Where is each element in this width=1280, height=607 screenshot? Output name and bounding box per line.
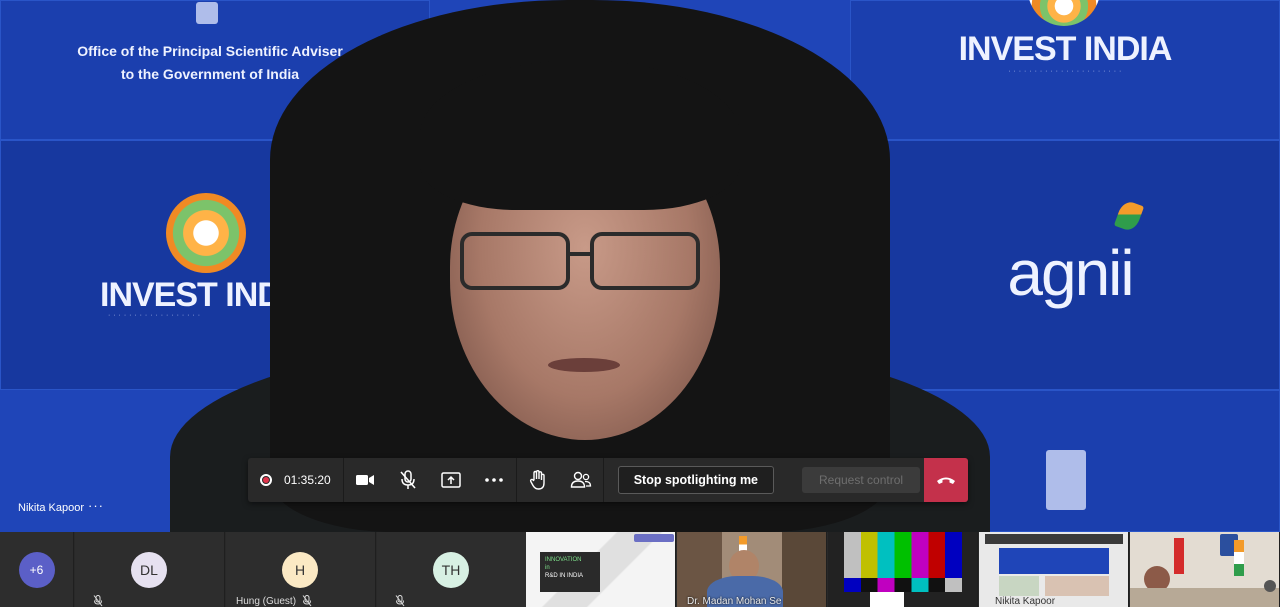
participant-gallery: +6 DL H Hung (Guest) TH INNOVATION in R&… <box>0 532 1280 607</box>
mic-button[interactable] <box>387 458 430 502</box>
avatar: DL <box>131 552 167 588</box>
slide-text: INNOVATION <box>545 557 582 563</box>
share-button[interactable] <box>430 458 473 502</box>
social-controls <box>517 458 603 502</box>
request-control-button[interactable]: Request control <box>802 467 921 493</box>
mic-off-icon <box>395 595 405 607</box>
participant-tile[interactable]: H Hung (Guest) <box>226 532 376 607</box>
table-surface <box>1130 588 1279 607</box>
shared-screen-toolbar <box>985 534 1123 544</box>
participant-name: Hung (Guest) <box>236 596 297 607</box>
backdrop-text: INVEST INDIA <box>958 30 1173 68</box>
mic-off-icon <box>302 595 312 607</box>
camera-icon <box>356 475 375 485</box>
shared-screen-thumbnail <box>1045 576 1109 596</box>
color-bars <box>844 578 962 592</box>
emblem-icon <box>196 2 218 24</box>
recording-indicator: 01:35:20 <box>248 458 343 502</box>
participant-video-tile[interactable]: Nikita Kapoor <box>979 532 1129 607</box>
backdrop-text: agnii <box>1007 237 1134 309</box>
backdrop-subtext: · · · · · · · · · · · · · · · · · · · · … <box>1008 68 1122 75</box>
speaker-more-options-button[interactable]: ··· <box>88 498 104 513</box>
participant-video-tile[interactable] <box>828 532 978 607</box>
slide-logo <box>634 534 674 542</box>
speaker-name-label: Nikita Kapoor <box>18 502 85 514</box>
slide-card: INNOVATION in R&D IN INDIA <box>540 552 600 592</box>
raise-hand-button[interactable] <box>517 458 560 502</box>
stop-spotlight-button[interactable]: Stop spotlighting me <box>617 466 775 494</box>
participant-tile[interactable]: DL <box>75 532 225 607</box>
overflow-participants-tile[interactable]: +6 <box>0 532 74 607</box>
hang-up-icon <box>937 477 955 484</box>
slide-text: in <box>545 565 550 571</box>
emblem-icon <box>1046 450 1086 510</box>
color-bars <box>870 592 904 607</box>
camera-button[interactable] <box>344 458 387 502</box>
shared-screen-video <box>999 548 1109 574</box>
more-actions-button[interactable] <box>473 458 516 502</box>
hand-icon <box>530 470 545 490</box>
recording-icon <box>260 474 272 486</box>
glasses <box>460 232 570 290</box>
share-screen-icon <box>441 472 461 488</box>
participant-indicator <box>1264 580 1276 592</box>
mic-off-icon <box>400 470 416 489</box>
main-video-feed: Office of the Principal Scientific Advis… <box>0 0 1280 532</box>
leave-button[interactable] <box>924 458 968 502</box>
participant-name: Dr. Madan Mohan Se <box>687 596 782 607</box>
speaker-bangs <box>420 60 740 210</box>
participant-video-tile[interactable] <box>1130 532 1280 607</box>
participant-video-tile[interactable]: INNOVATION in R&D IN INDIA <box>526 532 676 607</box>
slide-text: R&D IN INDIA <box>545 573 584 579</box>
participant-video-tile[interactable]: Dr. Madan Mohan Se <box>677 532 827 607</box>
color-bars <box>844 532 962 578</box>
glasses <box>590 232 700 290</box>
participants-button[interactable] <box>560 458 603 502</box>
teams-meeting-window: Office of the Principal Scientific Advis… <box>0 0 1280 607</box>
avatar: H <box>282 552 318 588</box>
participant-tile[interactable]: TH <box>377 532 527 607</box>
invest-india-logo-icon <box>166 193 246 273</box>
avatar: TH <box>433 552 469 588</box>
meeting-timer: 01:35:20 <box>284 473 331 487</box>
speaker-mouth <box>548 358 620 372</box>
flag-icon <box>1174 538 1184 574</box>
people-icon <box>571 471 592 488</box>
divider <box>602 458 604 502</box>
participant-name: Nikita Kapoor <box>995 596 1056 607</box>
overflow-count-badge: +6 <box>18 551 55 588</box>
glasses <box>566 252 594 256</box>
meeting-control-bar: 01:35:20 Stop spotlighting me Request co… <box>248 458 968 502</box>
shared-screen-thumbnail <box>999 576 1039 596</box>
flag-icon <box>1234 540 1244 576</box>
mic-off-icon <box>93 595 103 607</box>
more-icon <box>485 478 504 482</box>
av-controls <box>344 458 516 502</box>
